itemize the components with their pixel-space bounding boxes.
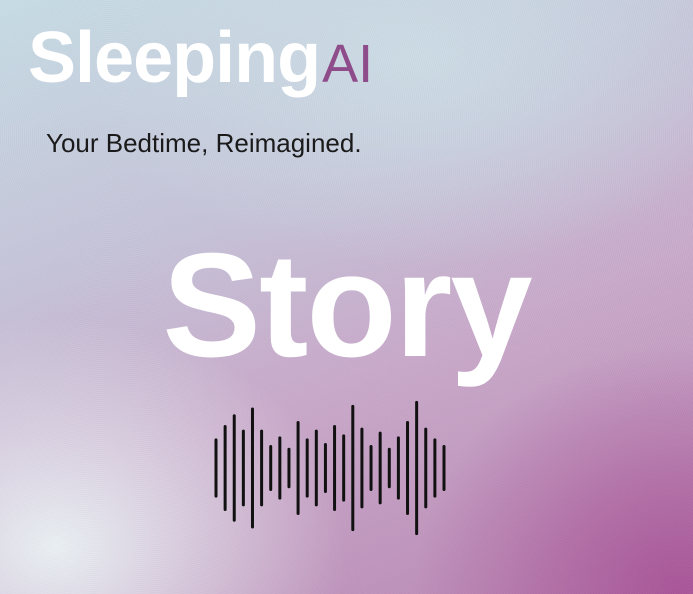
audio-waveform-icon [214, 400, 446, 536]
brand-logo: SleepingAI [28, 22, 373, 94]
brand-name: Sleeping [28, 18, 321, 98]
page-title: Story [162, 223, 532, 388]
brand-suffix: AI [322, 34, 374, 94]
story-cover: SleepingAI Your Bedtime, Reimagined. Sto… [0, 0, 693, 594]
tagline: Your Bedtime, Reimagined. [46, 128, 362, 158]
